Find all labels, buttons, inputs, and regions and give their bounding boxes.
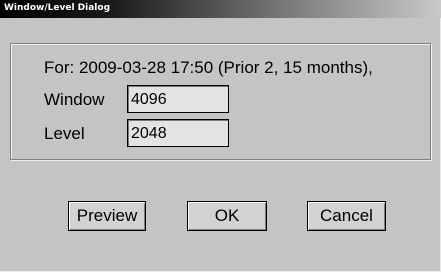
window-level-dialog: Window/Level Dialog For: 2009-03-28 17:5… — [0, 0, 441, 272]
window-input[interactable] — [127, 85, 229, 113]
study-info-text: For: 2009-03-28 17:50 (Prior 2, 15 month… — [44, 58, 373, 77]
ok-button[interactable]: OK — [187, 201, 267, 231]
title-bar[interactable]: Window/Level Dialog — [0, 0, 441, 18]
level-input[interactable] — [127, 119, 229, 147]
cancel-button[interactable]: Cancel — [307, 201, 386, 231]
preview-button[interactable]: Preview — [68, 201, 146, 231]
dialog-title: Window/Level Dialog — [4, 3, 111, 13]
level-label: Level — [44, 124, 85, 143]
window-label: Window — [44, 90, 105, 109]
